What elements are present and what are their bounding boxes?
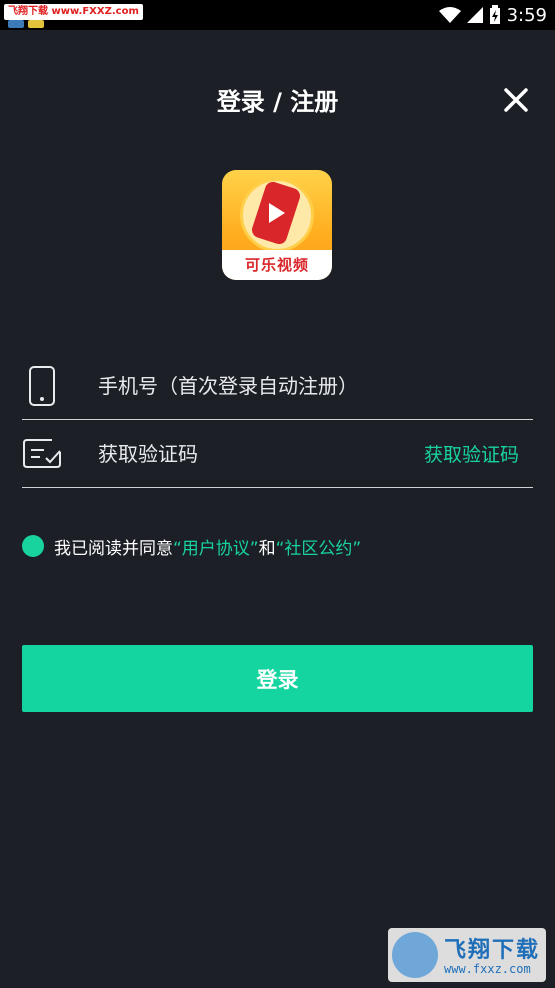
user-agreement-link[interactable]: “用户协议”	[173, 534, 259, 559]
phone-input[interactable]	[98, 368, 398, 404]
agreement-row: 我已阅读并同意 “用户协议” 和 “社区公约”	[22, 534, 362, 559]
battery-icon	[489, 5, 500, 24]
wifi-icon	[438, 7, 461, 23]
app-logo: 可乐视频	[222, 170, 332, 280]
agreement-conjunction: 和	[258, 538, 276, 559]
get-code-button[interactable]: 获取验证码	[424, 440, 519, 467]
site-watermark: 飞翔下载 www.fxxz.com	[388, 928, 546, 982]
status-indicators: 3:59	[438, 0, 547, 30]
watermark-url: www.fxxz.com	[444, 962, 531, 976]
notification-icon	[8, 20, 24, 28]
watermark-brand: 飞翔下载	[444, 938, 541, 963]
signal-icon	[466, 7, 483, 23]
play-icon	[269, 203, 285, 223]
page-title: 登录 / 注册	[216, 88, 339, 116]
community-rules-link[interactable]: “社区公约”	[276, 534, 362, 559]
logo-text: 可乐视频	[244, 256, 309, 274]
agreement-prefix: 我已阅读并同意	[54, 538, 173, 559]
code-row: 获取验证码	[22, 420, 533, 488]
login-button[interactable]: 登录	[22, 645, 533, 712]
status-bar: 飞翔下载 www.FXXZ.com 3:59	[0, 0, 555, 30]
status-time: 3:59	[506, 4, 547, 26]
notification-icons	[8, 20, 44, 28]
watermark-logo-icon	[392, 932, 438, 978]
verification-code-icon	[23, 439, 61, 468]
notification-icon	[28, 20, 44, 28]
verification-code-input[interactable]	[98, 436, 398, 472]
close-button[interactable]	[500, 84, 532, 116]
phone-row	[22, 352, 533, 420]
agreement-checkbox[interactable]	[22, 535, 44, 557]
watermark-badge: 飞翔下载 www.FXXZ.com	[4, 4, 143, 20]
close-icon	[504, 88, 528, 112]
phone-icon	[29, 366, 55, 406]
